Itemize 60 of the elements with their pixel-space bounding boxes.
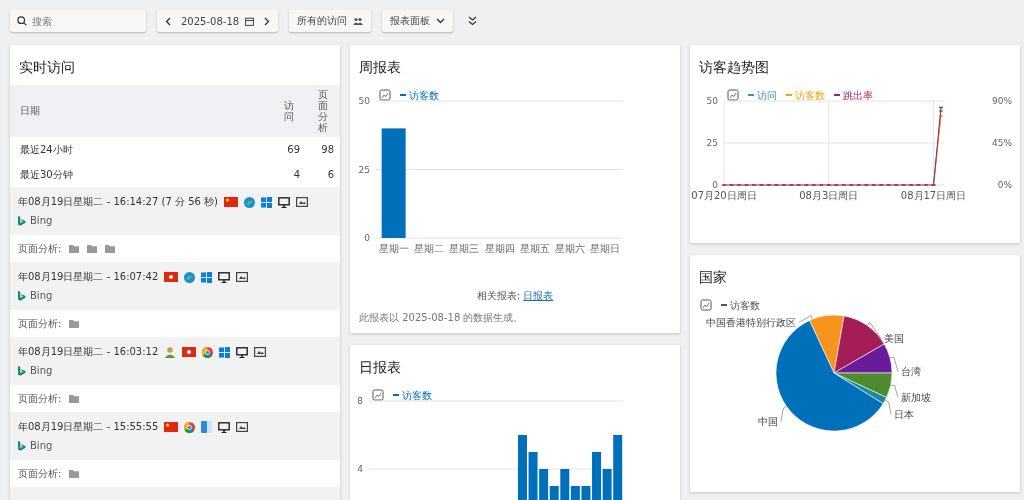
legend-label: 访客数 bbox=[402, 389, 432, 401]
referrer-text: Bing bbox=[30, 290, 53, 301]
card-title: 国家 bbox=[698, 268, 728, 287]
table-cell-text: 98 bbox=[320, 144, 335, 155]
slice-label: 中国香港特别行政区 bbox=[706, 317, 796, 328]
referrer-text: Bing bbox=[30, 365, 53, 376]
slice-label: 日本 bbox=[894, 409, 914, 420]
table-cell-text: 最近24小时 bbox=[20, 142, 74, 157]
axis-label: 星期三 bbox=[449, 243, 480, 254]
table-cell-text: 4 bbox=[292, 169, 301, 180]
slice-label: 台湾 bbox=[901, 366, 921, 377]
axis-label: 0 bbox=[712, 180, 718, 190]
card-title: 访客趋势图 bbox=[698, 58, 770, 77]
visit-time: 年08月19日星期二 - 16:14:27 (7 分 56 秒) bbox=[18, 195, 218, 209]
visit-time: 年08月19日星期二 - 15:55:55 bbox=[18, 420, 159, 434]
axis-label: 25 bbox=[358, 164, 370, 175]
pages-label: 页面分析: bbox=[18, 466, 62, 481]
column-header: 页面分析 bbox=[318, 89, 328, 133]
axis-label: 25 bbox=[706, 138, 718, 148]
legend-label: 访问 bbox=[757, 89, 777, 101]
card-title: 日报表 bbox=[358, 358, 402, 377]
card-title: 周报表 bbox=[358, 58, 402, 77]
axis-label: 45% bbox=[992, 138, 1012, 148]
column-header: 日期 bbox=[20, 104, 41, 118]
axis-label: 星期四 bbox=[484, 243, 515, 254]
legend-label: 访客数 bbox=[409, 89, 439, 101]
table-cell-text: 最近30分钟 bbox=[20, 167, 74, 182]
slice-label: 中国 bbox=[758, 416, 778, 427]
axis-label: 0% bbox=[997, 180, 1012, 190]
pages-label: 页面分析: bbox=[18, 316, 62, 331]
table-cell-text: 69 bbox=[286, 144, 301, 155]
axis-label: 星期二 bbox=[413, 243, 444, 254]
card-title: 实时访问 bbox=[18, 58, 76, 77]
axis-label: 50 bbox=[706, 96, 718, 106]
table-cell-text: 6 bbox=[326, 169, 335, 180]
axis-label: 90% bbox=[992, 96, 1012, 106]
axis-label: 0 bbox=[364, 233, 370, 243]
axis-label: 星期五 bbox=[519, 243, 550, 254]
axis-label: 星期六 bbox=[555, 243, 586, 254]
slice-label: 新加坡 bbox=[901, 392, 931, 403]
referrer-text: Bing bbox=[30, 215, 53, 226]
pages-label: 页面分析: bbox=[18, 241, 62, 256]
referrer-text: Bing bbox=[30, 440, 53, 451]
pages-label: 页面分析: bbox=[18, 391, 62, 406]
legend-label: 跳出率 bbox=[843, 89, 873, 101]
visit-time: 年08月19日星期二 - 16:07:42 bbox=[18, 270, 159, 284]
axis-label: 8 bbox=[357, 396, 363, 406]
visit-time: 年08月19日星期二 - 16:03:12 bbox=[18, 345, 159, 359]
axis-label: 4 bbox=[357, 464, 363, 474]
axis-label: 星期一 bbox=[378, 243, 409, 254]
legend-label: 访客数 bbox=[795, 89, 825, 101]
slice-label: 美国 bbox=[884, 333, 904, 344]
axis-label: 08月3日周日 bbox=[799, 190, 859, 201]
axis-label: 50 bbox=[358, 96, 370, 106]
report-note: 此报表以 2025-08-18 的数据生成。 bbox=[358, 311, 525, 325]
column-header: 访问 bbox=[284, 100, 294, 122]
axis-label: 08月17日周日 bbox=[900, 190, 967, 201]
axis-label: 07月20日周日 bbox=[691, 190, 757, 201]
related-reports-text: 相关报表: 日报表 bbox=[475, 289, 555, 303]
axis-label: 星期日 bbox=[590, 243, 621, 254]
